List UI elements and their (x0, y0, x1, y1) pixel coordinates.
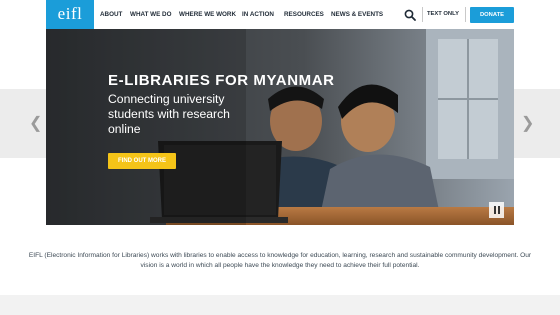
find-out-more-button[interactable]: FIND OUT MORE (108, 153, 176, 169)
nav-news-events[interactable]: NEWS & EVENTS (331, 0, 383, 29)
hero-subtitle: Connecting university students with rese… (108, 92, 230, 136)
nav-resources[interactable]: RESOURCES (284, 0, 324, 29)
nav-divider (422, 7, 423, 22)
nav-where-we-work[interactable]: WHERE WE WORK (179, 0, 236, 29)
eifl-logo[interactable]: eifl (46, 0, 94, 29)
search-icon[interactable] (404, 9, 416, 21)
hero-slide: E-LIBRARIES FOR MYANMAR Connecting unive… (46, 29, 514, 225)
donate-button[interactable]: DONATE (470, 7, 514, 23)
slider-prev-arrow-icon[interactable]: ❮ (29, 116, 42, 132)
nav-what-we-do[interactable]: WHAT WE DO (130, 0, 172, 29)
mission-statement: EIFL (Electronic Information for Librari… (28, 252, 532, 269)
nav-about[interactable]: ABOUT (100, 0, 122, 29)
footer-band (0, 295, 560, 315)
nav-in-action[interactable]: IN ACTION (242, 0, 274, 29)
nav-divider (465, 7, 466, 22)
pause-icon[interactable] (489, 202, 504, 218)
hero-title: E-LIBRARIES FOR MYANMAR (108, 72, 335, 89)
slider-next-arrow-icon[interactable]: ❯ (521, 116, 534, 132)
site-header: eifl ABOUT WHAT WE DO WHERE WE WORK IN A… (0, 0, 560, 29)
text-only-link[interactable]: TEXT ONLY (427, 0, 459, 29)
